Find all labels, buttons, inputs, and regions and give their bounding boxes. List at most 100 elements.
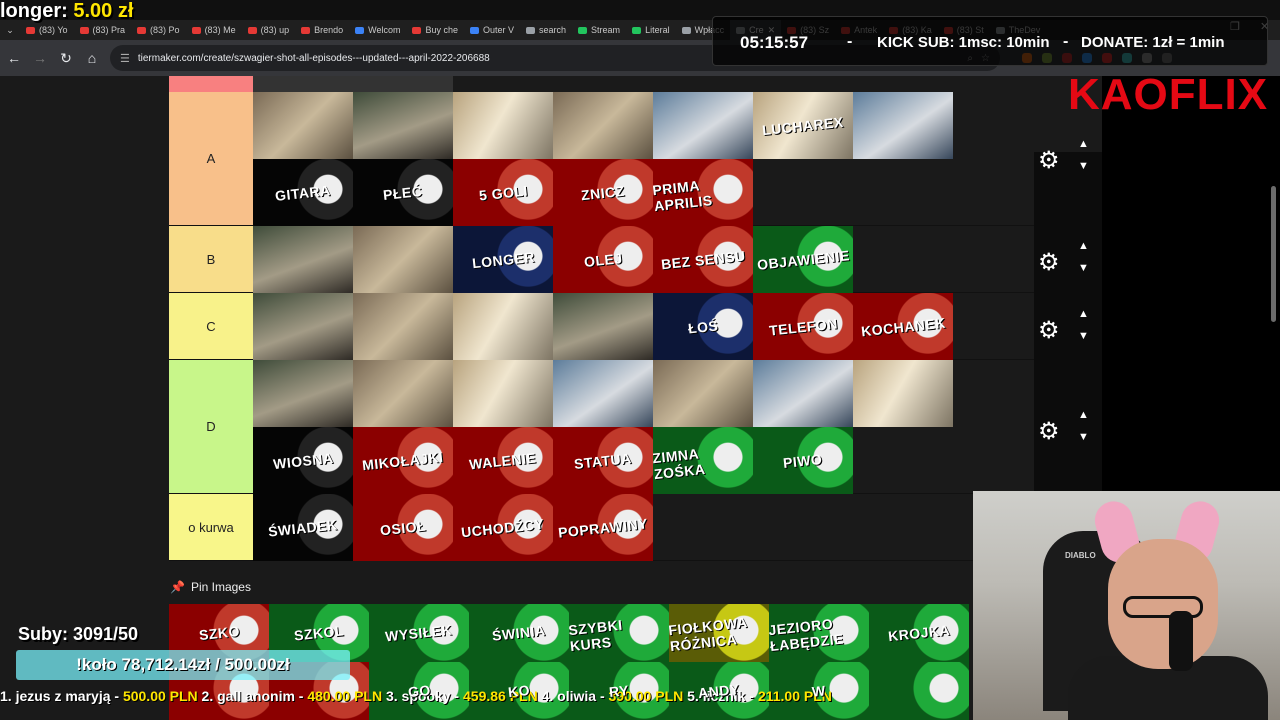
tier-image[interactable] <box>653 92 753 159</box>
tier-image[interactable]: ŚWINIA <box>469 604 569 662</box>
reload-icon[interactable]: ↻ <box>54 46 78 70</box>
tier-items[interactable]: LONGER OLEJ BEZ SENSU OBJAWIENIE <box>253 226 1034 293</box>
tier-image[interactable] <box>253 226 353 293</box>
tier-label[interactable]: B <box>169 226 253 292</box>
tier-image[interactable]: OSIOŁ <box>353 494 453 561</box>
chevron-up-icon[interactable]: ▲ <box>1078 138 1089 150</box>
tier-image[interactable] <box>553 92 653 159</box>
pin-images-toggle[interactable]: 📌 Pin Images <box>170 580 251 594</box>
tier-image[interactable]: SZYBKI KURS <box>569 604 669 662</box>
tier-items[interactable]: LUCHAREX GITARA PŁEĆ 5 GOLI ZNICZ PRIMA APRIL… <box>253 92 1034 226</box>
image-caption: PIWO <box>782 450 824 471</box>
tier-image[interactable]: GITARA <box>253 159 353 226</box>
image-caption: STATUA <box>573 449 633 472</box>
tier-image[interactable] <box>253 360 353 427</box>
tier-image[interactable]: 5 GOLI <box>453 159 553 226</box>
tier-image[interactable]: PŁEĆ <box>353 159 453 226</box>
tier-image[interactable]: WYSIŁEK <box>369 604 469 662</box>
browser-tab[interactable]: (83) Po <box>131 20 186 40</box>
tier-image[interactable]: PRIMA APRILIS <box>653 159 753 226</box>
tier-image[interactable] <box>653 360 753 427</box>
browser-tab[interactable]: Welcom <box>349 20 406 40</box>
gear-icon[interactable]: ⚙ <box>1038 316 1060 345</box>
page-scrollbar[interactable] <box>1271 186 1276 322</box>
longer-label: longer: <box>0 0 68 22</box>
browser-tab[interactable]: Outer V <box>464 20 520 40</box>
tier-image[interactable]: OLEJ <box>553 226 653 293</box>
tier-image[interactable]: PIWO <box>753 427 853 494</box>
tier-image[interactable]: ZIMNA ZOŚKA <box>653 427 753 494</box>
browser-tab[interactable]: Buy che <box>406 20 464 40</box>
browser-tab[interactable]: Literal <box>626 20 676 40</box>
tier-image[interactable]: ZNICZ <box>553 159 653 226</box>
tier-image[interactable] <box>753 360 853 427</box>
gear-icon[interactable]: ⚙ <box>1038 417 1060 446</box>
image-caption: KO <box>507 681 531 701</box>
tier-image[interactable] <box>353 293 453 360</box>
tier-image[interactable] <box>853 360 953 427</box>
tier-image[interactable]: LONGER <box>453 226 553 293</box>
tier-items[interactable]: WIOSNA MIKOŁAJKI WALENIE STATUA ZIMNA ZOŚKA P… <box>253 360 1034 494</box>
tab-search-dropdown-icon[interactable]: ⌄ <box>0 20 20 40</box>
gear-icon[interactable]: ⚙ <box>1038 146 1060 175</box>
tier-image[interactable] <box>353 226 453 293</box>
chevron-up-icon[interactable]: ▲ <box>1078 240 1089 252</box>
back-icon[interactable]: ← <box>2 46 26 70</box>
tier-label[interactable]: A <box>169 92 253 225</box>
youtube-icon <box>79 26 89 34</box>
tier-items[interactable]: ŁOŚ TELEFON KOCHANEK <box>253 293 1034 360</box>
tier-image[interactable]: OBJAWIENIE <box>753 226 853 293</box>
image-caption: LUCHAREX <box>761 113 845 138</box>
tier-image[interactable]: TELEFON <box>753 293 853 360</box>
ticker-donor: 2. gall anonim - <box>197 688 308 704</box>
browser-tab[interactable]: (83) Me <box>186 20 242 40</box>
image-caption: PRIMA APRILIS <box>653 176 714 214</box>
tier-image[interactable] <box>353 360 453 427</box>
browser-tab[interactable]: (83) up <box>242 20 296 40</box>
home-icon[interactable]: ⌂ <box>80 46 104 70</box>
browser-tab[interactable]: search <box>520 20 572 40</box>
tier-image[interactable] <box>253 92 353 159</box>
chevron-down-icon[interactable]: ▼ <box>1078 160 1089 172</box>
tier-items[interactable]: ŚWIADEK OSIOŁ UCHODŹCY POPRAWINY <box>253 494 1034 561</box>
browser-tab[interactable]: (83) Yo <box>20 20 74 40</box>
browser-tab[interactable]: Stream <box>572 20 626 40</box>
tier-image[interactable]: KOCHANEK <box>853 293 953 360</box>
tier-image[interactable]: BEZ SENSU <box>653 226 753 293</box>
chevron-down-icon[interactable]: ▼ <box>1078 330 1089 342</box>
tier-image[interactable] <box>353 92 453 159</box>
tier-image[interactable]: WIOSNA <box>253 427 353 494</box>
tier-label[interactable]: o kurwa <box>169 494 253 560</box>
tier-image[interactable]: FIOŁKOWA RÓŻNICA <box>669 604 769 662</box>
tier-label[interactable]: D <box>169 360 253 493</box>
chevron-up-icon[interactable]: ▲ <box>1078 409 1089 421</box>
tier-image[interactable] <box>853 92 953 159</box>
tier-image[interactable]: STATUA <box>553 427 653 494</box>
tier-image[interactable]: JEZIORO ŁABĘDZIE <box>769 604 869 662</box>
tier-image[interactable]: KROJKA <box>869 604 969 662</box>
tier-list: A LUCHAREX GITARA PŁEĆ 5 GOLI ZNICZ PRIMA APRI… <box>169 92 1034 561</box>
site-favicon-icon <box>632 26 642 34</box>
site-info-icon[interactable]: ☰ <box>120 52 130 65</box>
tier-image[interactable]: MIKOŁAJKI <box>353 427 453 494</box>
tier-image[interactable] <box>553 360 653 427</box>
browser-tab[interactable]: Brendo <box>295 20 349 40</box>
tier-image[interactable] <box>453 92 553 159</box>
tier-image[interactable]: UCHODŹCY <box>453 494 553 561</box>
tier-image[interactable]: WALENIE <box>453 427 553 494</box>
tier-image[interactable] <box>453 293 553 360</box>
tier-image[interactable]: LUCHAREX <box>753 92 853 159</box>
tier-image[interactable] <box>553 293 653 360</box>
chevron-up-icon[interactable]: ▲ <box>1078 308 1089 320</box>
tier-image[interactable]: POPRAWINY <box>553 494 653 561</box>
tier-image[interactable] <box>453 360 553 427</box>
chevron-down-icon[interactable]: ▼ <box>1078 431 1089 443</box>
gear-icon[interactable]: ⚙ <box>1038 248 1060 277</box>
forward-icon[interactable]: → <box>28 46 52 70</box>
tier-image[interactable]: ŚWIADEK <box>253 494 353 561</box>
tier-image[interactable]: ŁOŚ <box>653 293 753 360</box>
tier-label[interactable]: C <box>169 293 253 359</box>
chevron-down-icon[interactable]: ▼ <box>1078 262 1089 274</box>
tier-image[interactable] <box>253 293 353 360</box>
browser-tab[interactable]: (83) Pra <box>74 20 132 40</box>
